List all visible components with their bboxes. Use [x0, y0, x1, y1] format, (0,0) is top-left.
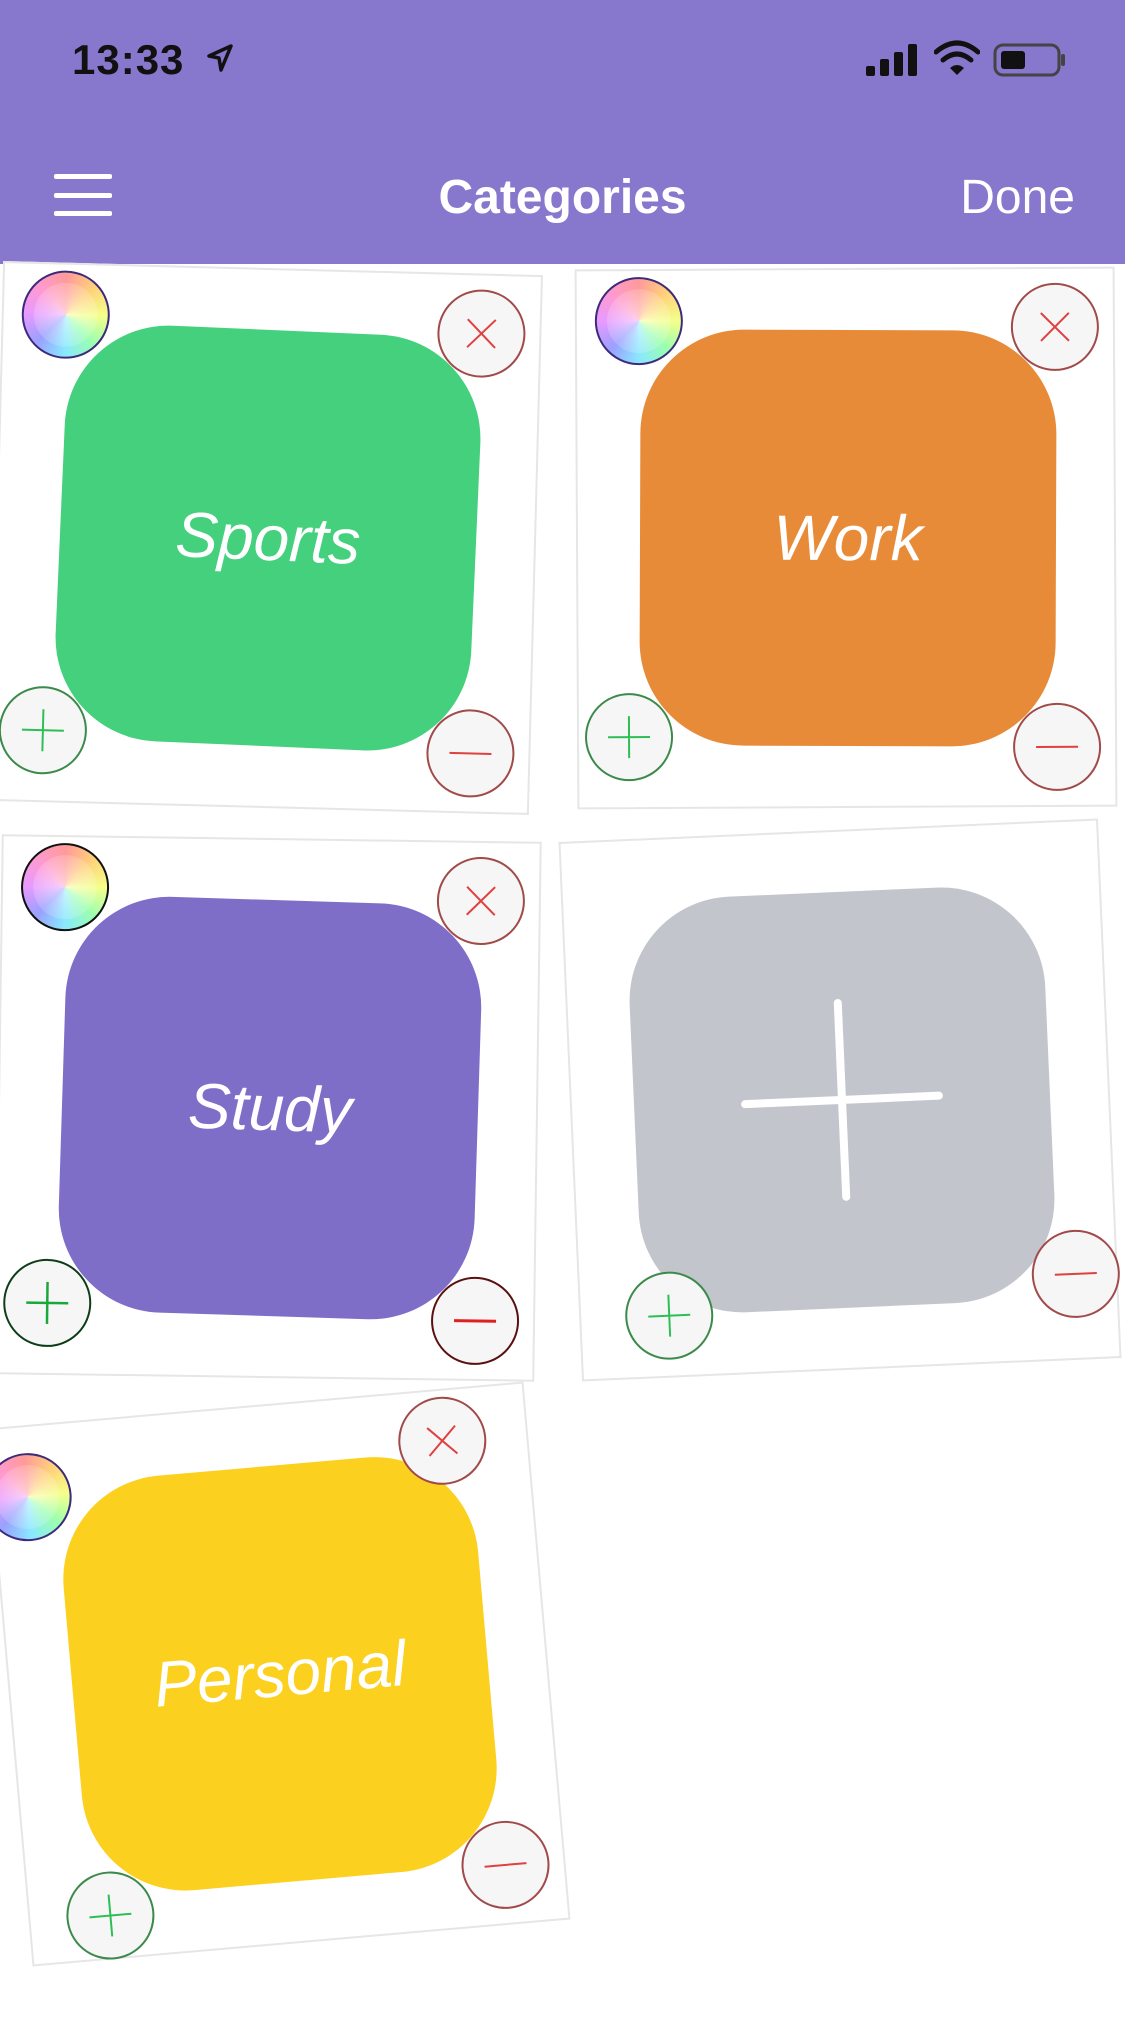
minus-icon [449, 751, 492, 755]
delete-button[interactable] [1010, 282, 1100, 372]
category-card-personal[interactable]: Personal [0, 1381, 571, 1967]
category-tile[interactable]: Study [55, 893, 485, 1323]
color-wheel-icon[interactable] [20, 269, 111, 360]
category-tile[interactable]: Sports [51, 321, 485, 755]
add-category-button[interactable] [625, 883, 1059, 1317]
category-tile[interactable]: Work [639, 329, 1057, 747]
decrease-button[interactable] [1012, 702, 1102, 792]
plus-icon [21, 709, 64, 752]
wifi-icon [934, 40, 980, 75]
decrease-button[interactable] [1029, 1228, 1122, 1320]
delete-button[interactable] [436, 288, 527, 379]
category-label: Sports [174, 498, 362, 579]
battery-icon [993, 43, 1065, 77]
category-card-study[interactable]: Study [0, 834, 542, 1382]
minus-icon [454, 1319, 497, 1323]
plus-icon [648, 1294, 691, 1337]
color-wheel-icon[interactable] [0, 1449, 76, 1545]
close-icon [466, 318, 497, 349]
category-card-sports[interactable]: Sports [0, 261, 543, 815]
close-icon [1040, 312, 1070, 342]
cellular-signal-icon [866, 44, 917, 76]
category-card-work[interactable]: Work [574, 266, 1118, 810]
decrease-button[interactable] [430, 1276, 520, 1366]
decrease-button[interactable] [425, 708, 516, 799]
plus-icon [608, 716, 651, 759]
color-wheel-icon[interactable] [20, 842, 110, 932]
done-button[interactable]: Done [960, 170, 1075, 225]
increase-button[interactable] [584, 692, 674, 782]
category-label: Study [187, 1069, 353, 1147]
plus-icon [741, 999, 943, 1201]
close-icon [466, 886, 496, 916]
minus-icon [1036, 745, 1079, 749]
status-time: 13:33 [72, 36, 185, 83]
add-category-card[interactable] [558, 818, 1122, 1382]
category-tile[interactable]: Personal [54, 1448, 506, 1900]
minus-icon [1054, 1271, 1097, 1276]
increase-button[interactable] [2, 1258, 92, 1348]
close-icon [426, 1424, 459, 1457]
location-arrow-icon [207, 44, 233, 72]
color-wheel-icon[interactable] [594, 276, 684, 366]
minus-icon [484, 1862, 527, 1868]
category-label: Personal [151, 1626, 409, 1721]
category-label: Work [773, 501, 923, 575]
plus-icon [26, 1281, 69, 1324]
plus-icon [89, 1894, 132, 1937]
delete-button[interactable] [436, 856, 526, 946]
page-title: Categories [438, 171, 687, 224]
navigation-header: 13:33 Categories Done [0, 0, 1125, 264]
